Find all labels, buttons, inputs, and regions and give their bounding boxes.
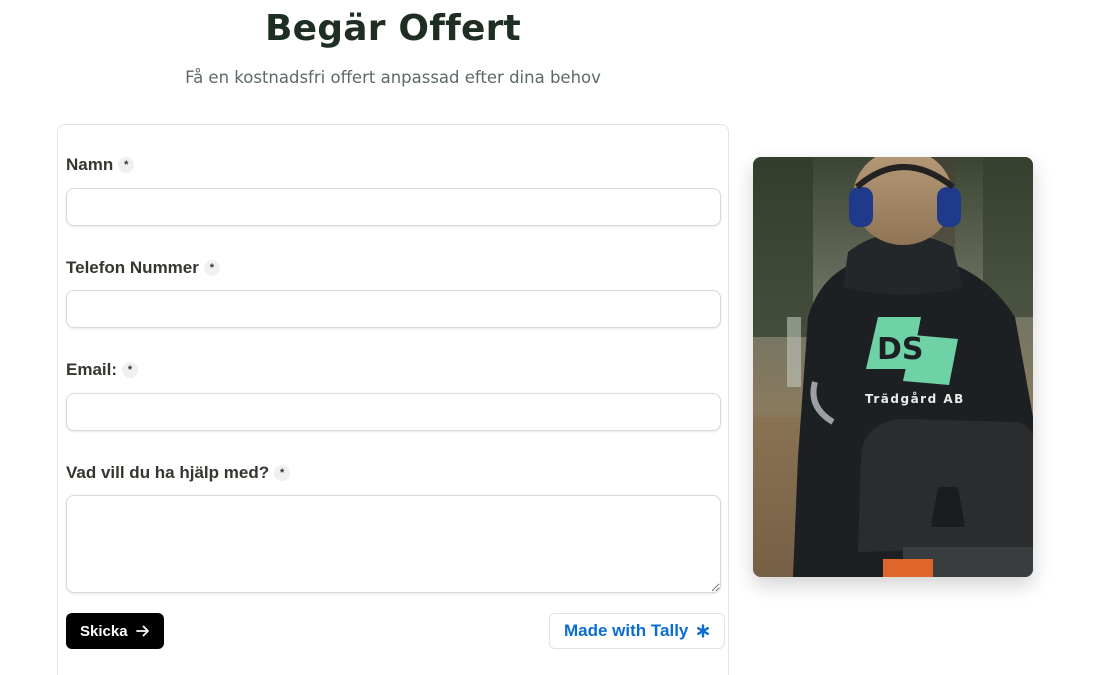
name-label-text: Namn: [66, 155, 114, 174]
name-label: Namn *: [66, 155, 135, 175]
asterisk-icon: [697, 624, 710, 638]
page: Begär Offert Få en kostnadsfri offert an…: [0, 0, 1097, 675]
quote-form: Namn * Telefon Nummer * Email: * Vad vil…: [57, 124, 729, 675]
message-label: Vad vill du ha hjälp med? *: [66, 463, 291, 483]
required-icon: *: [203, 260, 220, 276]
email-label-text: Email:: [66, 360, 118, 379]
message-textarea[interactable]: [66, 495, 721, 593]
worker-photo-image: DS Trädgård AB: [753, 157, 1033, 577]
worker-photo: DS Trädgård AB: [753, 157, 1033, 577]
made-with-tally-link[interactable]: Made with Tally: [549, 613, 726, 649]
ds-logo-text: DS: [877, 332, 924, 367]
name-input[interactable]: [66, 188, 721, 226]
submit-button[interactable]: Skicka: [66, 613, 164, 649]
message-label-text: Vad vill du ha hjälp med?: [66, 463, 270, 482]
submit-button-label: Skicka: [80, 622, 128, 640]
ds-logo-subtext: Trädgård AB: [865, 392, 965, 406]
page-subtitle: Få en kostnadsfri offert anpassad efter …: [185, 68, 601, 87]
email-input[interactable]: [66, 393, 721, 431]
phone-input[interactable]: [66, 290, 721, 328]
page-title: Begär Offert: [265, 8, 521, 49]
made-with-tally-label: Made with Tally: [564, 621, 689, 640]
phone-label: Telefon Nummer *: [66, 258, 220, 278]
required-icon: *: [274, 465, 291, 481]
required-icon: *: [122, 362, 139, 378]
email-label: Email: *: [66, 360, 139, 380]
arrow-right-icon: [135, 625, 149, 637]
phone-label-text: Telefon Nummer: [66, 258, 199, 277]
required-icon: *: [118, 157, 135, 173]
